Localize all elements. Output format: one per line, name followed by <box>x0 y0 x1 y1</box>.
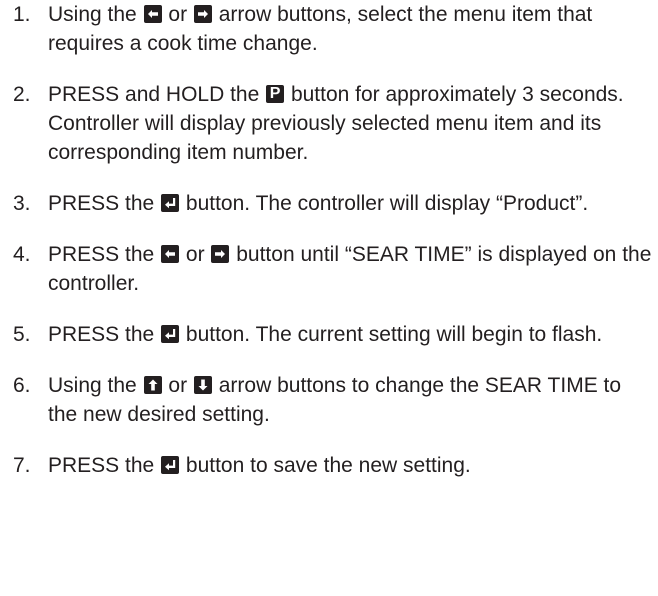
step-item: 2. PRESS and HOLD the P button for approx… <box>0 80 658 167</box>
step-text: Using the <box>48 3 143 26</box>
step-number: 2. <box>13 83 31 106</box>
up-arrow-button-icon <box>143 376 162 394</box>
enter-button-icon <box>161 456 180 474</box>
step-item: 3. PRESS the button. The controller will … <box>0 189 658 218</box>
step-number: 6. <box>13 374 31 397</box>
p-button-letter: P <box>269 85 281 102</box>
step-item: 6. Using the or arrow buttons to change t… <box>0 371 658 429</box>
step-number: 7. <box>13 454 31 477</box>
step-text: PRESS the <box>48 323 161 346</box>
instruction-steps: 1. Using the or arrow buttons, select the… <box>0 0 658 502</box>
step-number: 4. <box>13 243 31 266</box>
step-text: PRESS the <box>48 243 161 266</box>
step-text: button to save the new setting. <box>180 454 471 477</box>
right-arrow-button-icon <box>193 5 212 23</box>
step-item: 5. PRESS the button. The current setting … <box>0 320 658 349</box>
enter-button-icon <box>161 194 180 212</box>
step-text: PRESS the <box>48 192 161 215</box>
step-number: 3. <box>13 192 31 215</box>
step-number: 5. <box>13 323 31 346</box>
step-text: button. The current setting will begin t… <box>180 323 603 346</box>
right-arrow-button-icon <box>211 245 230 263</box>
step-number: 1. <box>13 3 31 26</box>
step-text: button. The controller will display “Pro… <box>180 192 589 215</box>
step-text: or <box>162 3 193 26</box>
step-text: PRESS and HOLD the <box>48 83 266 106</box>
step-item: 4. PRESS the or button until “SEAR TIME” … <box>0 240 658 298</box>
left-arrow-button-icon <box>161 245 180 263</box>
step-text: or <box>162 374 193 397</box>
down-arrow-button-icon <box>193 376 212 394</box>
step-text: Using the <box>48 374 143 397</box>
p-button-icon: P <box>266 85 285 103</box>
enter-button-icon <box>161 325 180 343</box>
step-text: PRESS the <box>48 454 161 477</box>
step-text: or <box>180 243 211 266</box>
left-arrow-button-icon <box>143 5 162 23</box>
step-item: 1. Using the or arrow buttons, select the… <box>0 0 658 58</box>
step-item: 7. PRESS the button to save the new setti… <box>0 451 658 480</box>
